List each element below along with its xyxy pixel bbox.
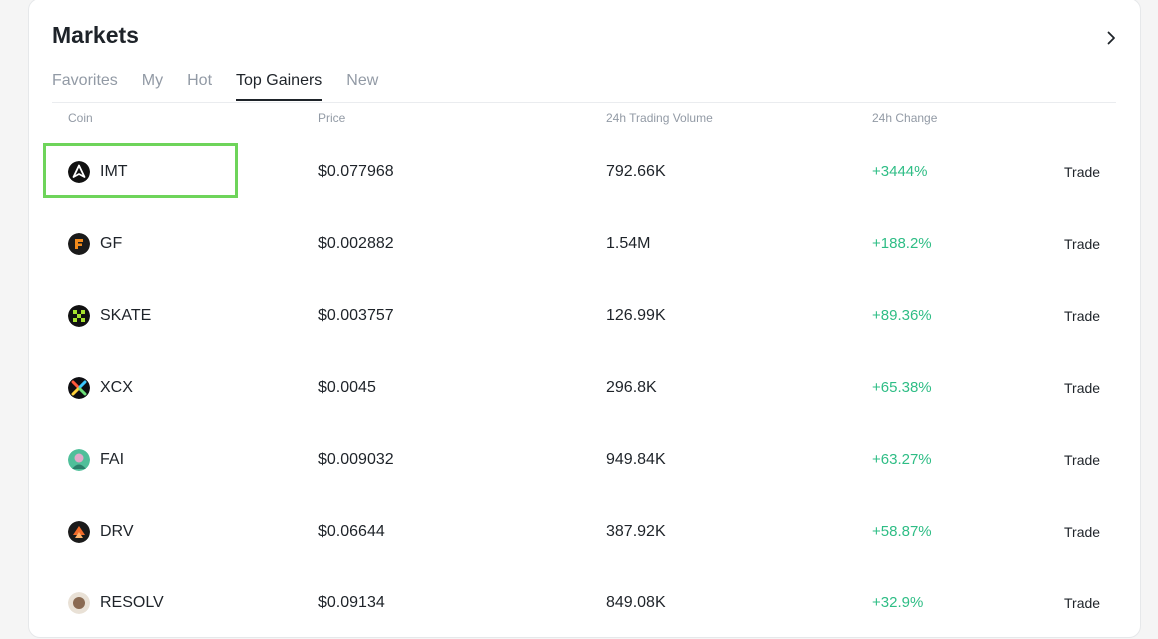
column-header-price: Price — [318, 111, 346, 125]
volume-cell: 1.54M — [606, 235, 651, 252]
trade-link[interactable]: Trade — [1064, 136, 1100, 208]
volume-cell: 949.84K — [606, 451, 666, 468]
tab-favorites[interactable]: Favorites — [52, 70, 118, 101]
column-header-change: 24h Change — [872, 111, 938, 125]
price-cell: $0.09134 — [318, 594, 385, 611]
coin-cell: IMT — [68, 136, 128, 208]
page-title: Markets — [52, 22, 139, 48]
coin-cell: RESOLV — [68, 567, 164, 639]
table-row[interactable]: GF $0.002882 1.54M +188.2% Trade — [52, 208, 1116, 280]
price-cell: $0.009032 — [318, 451, 394, 468]
table-row[interactable]: IMT $0.077968 792.66K +3444% Trade — [52, 136, 1116, 208]
coin-cell: SKATE — [68, 280, 151, 352]
change-cell: +32.9% — [872, 594, 924, 611]
change-cell: +58.87% — [872, 523, 932, 540]
tab-new[interactable]: New — [346, 70, 378, 101]
volume-cell: 387.92K — [606, 523, 666, 540]
change-cell: +63.27% — [872, 451, 932, 468]
table-row[interactable]: DRV $0.06644 387.92K +58.87% Trade — [52, 496, 1116, 568]
price-cell: $0.0045 — [318, 379, 376, 396]
volume-cell: 849.08K — [606, 594, 666, 611]
tab-top-gainers[interactable]: Top Gainers — [236, 70, 323, 101]
column-header-volume: 24h Trading Volume — [606, 111, 713, 125]
volume-cell: 296.8K — [606, 379, 657, 396]
coin-cell: DRV — [68, 496, 134, 568]
imt-coin-icon — [68, 161, 90, 183]
change-cell: +188.2% — [872, 235, 932, 252]
trade-link[interactable]: Trade — [1064, 424, 1100, 496]
xcx-coin-icon — [68, 377, 90, 399]
price-cell: $0.002882 — [318, 235, 394, 252]
coin-symbol: DRV — [100, 523, 134, 540]
tab-hot[interactable]: Hot — [187, 70, 212, 101]
coin-symbol: IMT — [100, 163, 128, 180]
tab-my[interactable]: My — [142, 70, 163, 101]
view-more-button[interactable] — [1099, 26, 1123, 50]
coin-cell: FAI — [68, 424, 124, 496]
coin-symbol: XCX — [100, 379, 133, 396]
market-tabs: Favorites My Hot Top Gainers New — [52, 70, 402, 103]
table-row[interactable]: XCX $0.0045 296.8K +65.38% Trade — [52, 352, 1116, 424]
drv-coin-icon — [68, 521, 90, 543]
trade-link[interactable]: Trade — [1064, 208, 1100, 280]
coin-symbol: GF — [100, 235, 123, 252]
price-cell: $0.003757 — [318, 307, 394, 324]
coin-cell: GF — [68, 208, 122, 280]
skate-coin-icon — [68, 305, 90, 327]
column-header-coin: Coin — [68, 111, 93, 125]
table-row[interactable]: RESOLV $0.09134 849.08K +32.9% Trade — [52, 567, 1116, 639]
trade-link[interactable]: Trade — [1064, 496, 1100, 568]
table-row[interactable]: FAI $0.009032 949.84K +63.27% Trade — [52, 424, 1116, 496]
chevron-right-icon — [1107, 31, 1115, 45]
coin-symbol: SKATE — [100, 307, 152, 324]
change-cell: +89.36% — [872, 307, 932, 324]
tabs-divider — [52, 102, 1116, 103]
price-cell: $0.077968 — [318, 163, 394, 180]
table-row[interactable]: SKATE $0.003757 126.99K +89.36% Trade — [52, 280, 1116, 352]
change-cell: +3444% — [872, 163, 928, 180]
trade-link[interactable]: Trade — [1064, 567, 1100, 639]
coin-cell: XCX — [68, 352, 133, 424]
coin-symbol: FAI — [100, 451, 125, 468]
trade-link[interactable]: Trade — [1064, 280, 1100, 352]
volume-cell: 126.99K — [606, 307, 666, 324]
coin-symbol: RESOLV — [100, 594, 164, 611]
resolv-coin-icon — [68, 592, 90, 614]
price-cell: $0.06644 — [318, 523, 385, 540]
gf-coin-icon — [68, 233, 90, 255]
fai-coin-icon — [68, 449, 90, 471]
volume-cell: 792.66K — [606, 163, 666, 180]
change-cell: +65.38% — [872, 379, 932, 396]
trade-link[interactable]: Trade — [1064, 352, 1100, 424]
